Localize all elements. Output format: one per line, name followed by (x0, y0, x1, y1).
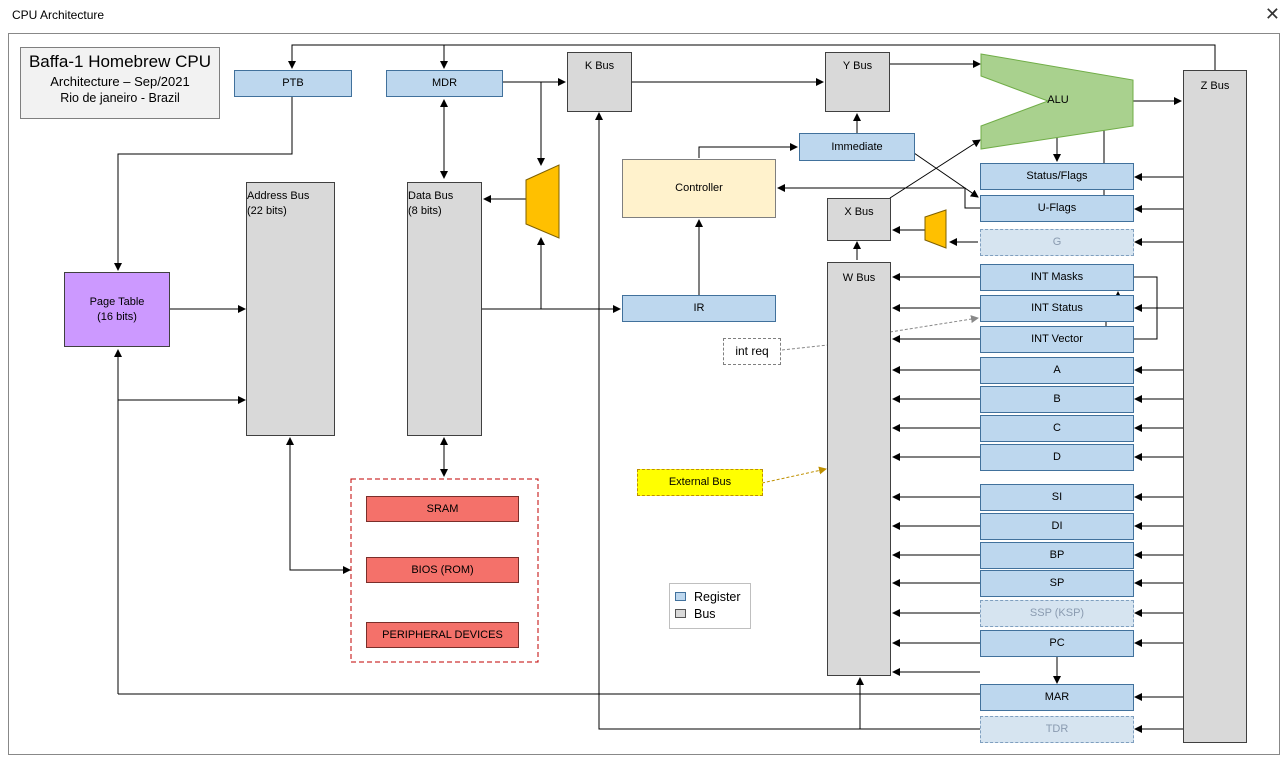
bus-data[interactable]: Data Bus (8 bits) (407, 182, 482, 436)
register-a[interactable]: A (980, 357, 1134, 384)
bus-k[interactable]: K Bus (567, 52, 632, 112)
register-c[interactable]: C (980, 415, 1134, 442)
bus-z[interactable]: Z Bus (1183, 70, 1247, 743)
info-subtitle: Architecture – Sep/2021 (50, 74, 190, 89)
register-tdr[interactable]: TDR (980, 716, 1134, 743)
legend-register-label: Register (694, 589, 741, 604)
register-d[interactable]: D (980, 444, 1134, 471)
data-bus-width: (8 bits) (408, 204, 442, 217)
register-bp[interactable]: BP (980, 542, 1134, 569)
register-si[interactable]: SI (980, 484, 1134, 511)
page-table-width: (16 bits) (97, 310, 137, 323)
alu-label: ALU (1047, 93, 1069, 106)
memory-bios[interactable]: BIOS (ROM) (366, 557, 519, 583)
register-int-status[interactable]: INT Status (980, 295, 1134, 322)
register-status-flags[interactable]: Status/Flags (980, 163, 1134, 190)
bus-address[interactable]: Address Bus (22 bits) (246, 182, 335, 436)
register-immediate[interactable]: Immediate (799, 133, 915, 161)
info-box: Baffa-1 Homebrew CPU Architecture – Sep/… (20, 47, 220, 119)
register-ssp[interactable]: SSP (KSP) (980, 600, 1134, 627)
info-title: Baffa-1 Homebrew CPU (28, 52, 212, 71)
bus-swatch-icon (675, 609, 686, 618)
register-int-masks[interactable]: INT Masks (980, 264, 1134, 291)
legend-bus-label: Bus (694, 606, 716, 621)
data-mux (525, 164, 560, 239)
register-int-vector[interactable]: INT Vector (980, 326, 1134, 353)
register-ir[interactable]: IR (622, 295, 776, 322)
legend-bus: Bus (675, 605, 750, 622)
memory-sram[interactable]: SRAM (366, 496, 519, 522)
external-bus: External Bus (637, 469, 763, 496)
data-bus-label: Data Bus (408, 190, 454, 202)
register-mar[interactable]: MAR (980, 684, 1134, 711)
register-u-flags[interactable]: U-Flags (980, 195, 1134, 222)
bus-x[interactable]: X Bus (827, 198, 891, 241)
register-b[interactable]: B (980, 386, 1134, 413)
address-bus-width: (22 bits) (247, 204, 287, 217)
x-mux (924, 209, 947, 249)
int-req: int req (723, 338, 781, 365)
bus-y[interactable]: Y Bus (825, 52, 890, 112)
register-sp[interactable]: SP (980, 570, 1134, 597)
register-mdr[interactable]: MDR (386, 70, 503, 97)
address-bus-label: Address Bus (247, 190, 310, 202)
register-swatch-icon (675, 592, 686, 601)
register-g[interactable]: G (980, 229, 1134, 256)
controller[interactable]: Controller (622, 159, 776, 218)
register-di[interactable]: DI (980, 513, 1134, 540)
legend-register: Register (675, 588, 750, 605)
page-table[interactable]: Page Table (16 bits) (64, 272, 170, 347)
register-pc[interactable]: PC (980, 630, 1134, 657)
legend: Register Bus (669, 583, 751, 629)
page-table-label: Page Table (89, 295, 145, 308)
memory-peripheral[interactable]: PERIPHERAL DEVICES (366, 622, 519, 648)
register-ptb[interactable]: PTB (234, 70, 352, 97)
info-location: Rio de janeiro - Brazil (60, 91, 180, 105)
bus-w[interactable]: W Bus (827, 262, 891, 676)
